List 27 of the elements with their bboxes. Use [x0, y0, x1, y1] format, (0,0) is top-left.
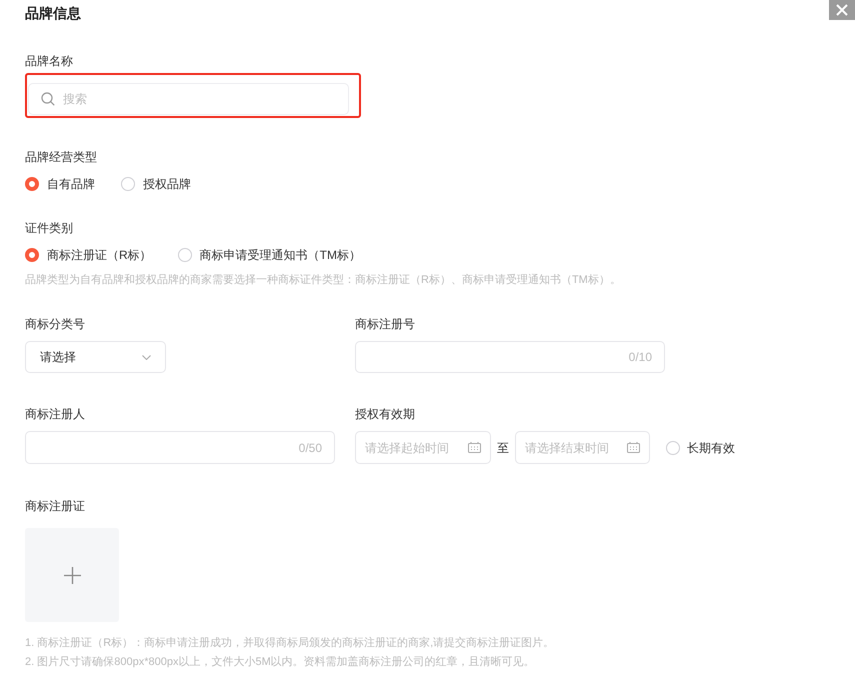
note-text: 2. 图片尺寸请确保800px*800px以上，文件大小5M以内。资料需加盖商标注册公司的红章，且清晰可见。 — [25, 654, 536, 670]
radio-option[interactable]: 自有品牌 — [25, 175, 95, 193]
search-field[interactable]: 搜索 — [28, 83, 349, 115]
field-label: 商标分类号 — [25, 316, 86, 332]
field-label: 品牌名称 — [25, 53, 74, 69]
calendar-icon — [468, 442, 481, 453]
close-button[interactable] — [829, 0, 855, 20]
field-label: 授权有效期 — [355, 406, 416, 422]
close-icon — [836, 4, 848, 16]
field-label: 证件类别 — [25, 220, 74, 236]
search-icon — [41, 92, 55, 106]
radio-option[interactable]: 授权品牌 — [121, 175, 191, 193]
field-label: 商标注册号 — [355, 316, 416, 332]
field-label: 商标注册人 — [25, 406, 86, 422]
section-title: 品牌信息 — [25, 4, 81, 23]
plus-icon — [64, 566, 80, 584]
checkbox-option[interactable]: 长期有效 — [666, 438, 735, 456]
select-field[interactable]: 请选择 — [25, 341, 166, 373]
chevron-down-icon — [142, 354, 151, 360]
field-label: 商标注册证 — [25, 498, 86, 514]
calendar-icon — [627, 442, 640, 453]
field-label: 品牌经营类型 — [25, 149, 98, 165]
separator-text: 至 — [497, 440, 509, 456]
note-text: 1. 商标注册证（R标）：商标申请注册成功，并取得商标局颁发的商标注册证的商家,请提交商标注册证图片。 — [25, 636, 556, 651]
radio-option[interactable]: 商标注册证（R标） — [25, 246, 152, 264]
radio-option[interactable]: 商标申请受理通知书（TM标） — [178, 246, 361, 264]
hint-text: 品牌类型为自有品牌和授权品牌的商家需要选择一种商标证件类型：商标注册证（R标）、商标申请受理通知书（TM标）。 — [25, 272, 622, 288]
